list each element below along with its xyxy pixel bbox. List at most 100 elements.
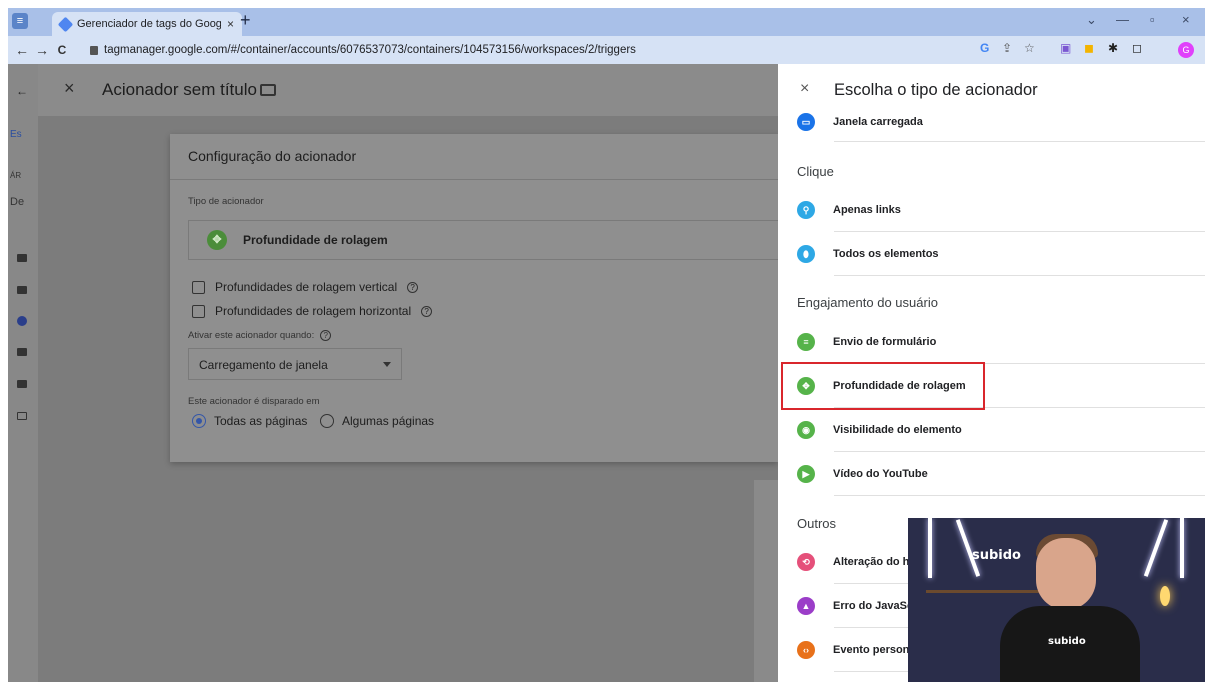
vertical-depth-checkbox[interactable] [192, 280, 205, 294]
help-icon[interactable]: ? [407, 281, 419, 293]
editor-close-icon[interactable]: × [64, 78, 75, 99]
trigger-option-youtube-video[interactable]: ▶ Vídeo do YouTube [797, 452, 1205, 496]
folder-icon[interactable] [260, 84, 276, 96]
bookmark-star-icon[interactable]: ☆ [1024, 41, 1035, 55]
browser-tab[interactable]: Gerenciador de tags do Google × [52, 12, 242, 36]
horizontal-depth-checkbox[interactable] [192, 304, 205, 318]
trigger-option-label: Alteração do hi [833, 556, 913, 568]
dropdown-arrow-icon [383, 362, 391, 367]
divider [834, 495, 1205, 496]
address-bar[interactable]: tagmanager.google.com/#/container/accoun… [90, 40, 1090, 60]
new-tab-button[interactable]: + [240, 10, 251, 31]
horizontal-depth-label: Profundidades de rolagem horizontal [215, 304, 412, 318]
trigger-option-label: Janela carregada [833, 116, 923, 128]
tab-list-icon[interactable]: ⌄ [1086, 12, 1097, 28]
scroll-gutter [754, 480, 778, 682]
back-arrow-icon[interactable]: ← [16, 84, 28, 98]
window-icon: ▭ [797, 113, 815, 131]
activate-when-label-row: Ativar este acionador quando: ? [188, 330, 332, 341]
neon-light [1180, 518, 1184, 578]
card-title: Configuração do acionador [170, 134, 778, 180]
neon-light [928, 518, 932, 578]
trigger-type-value: Profundidade de rolagem [243, 233, 388, 247]
section-click: Clique [797, 164, 834, 179]
webcam-overlay: subido subido [908, 518, 1205, 682]
trigger-type-selector[interactable]: ✥ Profundidade de rolagem [188, 220, 788, 260]
radio-some-pages[interactable]: Algumas páginas [320, 414, 434, 428]
trigger-config-card: Configuração do acionador Tipo de aciona… [170, 134, 788, 462]
extension-yellow-icon[interactable]: ◼ [1084, 41, 1094, 55]
activate-when-label: Ativar este acionador quando: [188, 330, 315, 341]
radio-button-selected[interactable] [192, 414, 206, 428]
google-lens-icon[interactable]: G [980, 41, 989, 55]
scroll-depth-icon: ✥ [207, 230, 227, 250]
section-other: Outros [797, 516, 837, 531]
url-text: tagmanager.google.com/#/container/accoun… [104, 44, 636, 56]
lock-icon [90, 45, 98, 55]
forward-button[interactable]: → [32, 42, 52, 58]
section-engagement: Engajamento do usuário [797, 295, 938, 310]
tab-title: Gerenciador de tags do Google [77, 18, 221, 30]
mouse-icon: ⬮ [797, 245, 815, 263]
browser-tab-strip: ≡ Gerenciador de tags do Google × + ⌄ — … [8, 8, 1205, 36]
neon-sign-text: subido [972, 548, 1021, 563]
sidebar-icon-tags[interactable] [17, 254, 27, 262]
horizontal-depth-checkbox-row[interactable]: Profundidades de rolagem horizontal ? [192, 304, 433, 318]
tab-search-icon[interactable]: ≡ [12, 13, 28, 29]
trigger-option-element-visibility[interactable]: ◉ Visibilidade do elemento [797, 408, 1205, 452]
person-head [1036, 538, 1096, 610]
trigger-option-all-elements[interactable]: ⬮ Todos os elementos [797, 232, 1205, 276]
history-icon: ⟲ [797, 553, 815, 571]
trigger-name[interactable]: Acionador sem título [102, 80, 257, 100]
play-icon: ▶ [797, 465, 815, 483]
extension-devtools-icon[interactable]: ▣ [1060, 41, 1071, 55]
minimize-icon[interactable]: — [1116, 12, 1129, 27]
browser-toolbar: ← → C tagmanager.google.com/#/container/… [8, 36, 1205, 64]
red-highlight-box [781, 362, 985, 410]
link-icon: ⚲ [797, 201, 815, 219]
help-icon[interactable]: ? [421, 305, 433, 317]
sidebar-icon-templates[interactable] [17, 380, 27, 388]
side-panel-icon[interactable]: ◻ [1132, 41, 1142, 55]
share-icon[interactable]: ⇪ [1002, 41, 1012, 55]
browser-menu-icon[interactable]: ⋮ [1200, 41, 1205, 55]
trigger-option-label: Visibilidade do elemento [833, 424, 962, 436]
trigger-option-label: Evento persona [833, 644, 916, 656]
trigger-option-label: Vídeo do YouTube [833, 468, 928, 480]
warning-icon: ▲ [797, 597, 815, 615]
panel-close-icon[interactable]: × [800, 80, 809, 98]
radio-button[interactable] [320, 414, 334, 428]
sidebar-icon-folders[interactable] [17, 348, 27, 356]
sidebar-icon-triggers[interactable] [17, 286, 27, 294]
window-close-icon[interactable]: × [1182, 12, 1190, 27]
help-icon[interactable]: ? [320, 330, 332, 341]
divider [834, 275, 1205, 276]
sidebar-icon-variables[interactable] [17, 316, 27, 326]
neon-light [1143, 519, 1169, 577]
area-fragment: ÁR [10, 171, 22, 180]
gtm-favicon-icon [57, 16, 74, 32]
sidebar-icon-transformations[interactable] [17, 412, 27, 420]
trigger-option-label: Envio de formulário [833, 336, 937, 348]
tab-close-icon[interactable]: × [227, 17, 234, 31]
trigger-option-form-submit[interactable]: ≡ Envio de formulário [797, 320, 1205, 364]
radio-some-pages-label: Algumas páginas [342, 414, 435, 428]
code-icon: ‹› [797, 641, 815, 659]
trigger-option-label: Apenas links [833, 204, 901, 216]
maximize-icon[interactable]: ▫ [1150, 12, 1155, 27]
fires-on-label: Este acionador é disparado em [188, 396, 320, 407]
vertical-depth-checkbox-row[interactable]: Profundidades de rolagem vertical ? [192, 280, 419, 294]
trigger-option-just-links[interactable]: ⚲ Apenas links [797, 188, 1205, 232]
back-button[interactable]: ← [12, 42, 32, 58]
lamp [1160, 586, 1170, 606]
reload-button[interactable]: C [52, 43, 72, 57]
radio-all-pages[interactable]: Todas as páginas [192, 414, 307, 428]
trigger-editor-overlay: ← × Acionador sem título Es ÁR De Config… [8, 64, 788, 682]
trigger-option-window-loaded[interactable]: ▭ Janela carregada [797, 102, 1205, 142]
divider [834, 141, 1205, 142]
trigger-option-label: Erro do JavaSc [833, 600, 914, 612]
profile-avatar[interactable]: G [1178, 42, 1194, 58]
extensions-puzzle-icon[interactable]: ✱ [1108, 41, 1118, 55]
gtm-sidebar: ← [8, 64, 38, 682]
activate-when-select[interactable]: Carregamento de janela [188, 348, 402, 380]
